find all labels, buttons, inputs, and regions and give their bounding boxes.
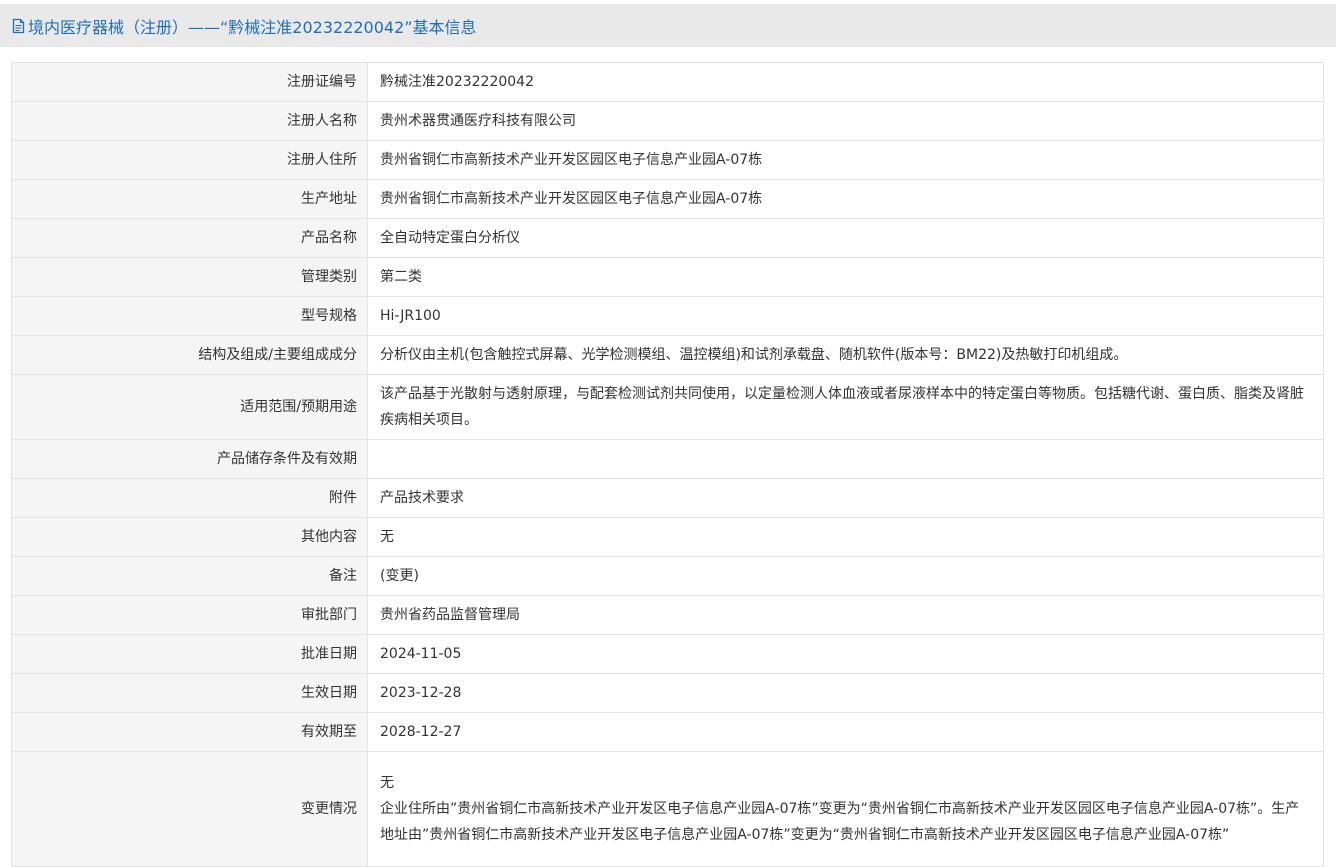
row-label: 注册证编号: [11, 62, 368, 102]
table-row: 产品名称 全自动特定蛋白分析仪: [11, 218, 1324, 258]
row-value: 无 企业住所由”贵州省铜仁市高新技术产业开发区电子信息产业园A-07栋”变更为“…: [367, 751, 1324, 867]
table-row: 注册人名称 贵州术器贯通医疗科技有限公司: [11, 101, 1324, 141]
page-title-bar: 境内医疗器械（注册）——“黔械注准20232220042”基本信息: [0, 4, 1336, 47]
table-row: 管理类别 第二类: [11, 257, 1324, 297]
table-row: 生效日期 2023-12-28: [11, 673, 1324, 713]
table-row: 备注 (变更): [11, 556, 1324, 596]
table-row: 注册人住所 贵州省铜仁市高新技术产业开发区园区电子信息产业园A-07栋: [11, 140, 1324, 180]
table-row: 其他内容 无: [11, 517, 1324, 557]
row-value: 2023-12-28: [367, 673, 1324, 713]
row-label: 变更情况: [11, 751, 368, 867]
table-row: 有效期至 2028-12-27: [11, 712, 1324, 752]
table-row: 变更情况 无 企业住所由”贵州省铜仁市高新技术产业开发区电子信息产业园A-07栋…: [11, 751, 1324, 867]
document-icon: [12, 18, 25, 34]
row-value: 产品技术要求: [367, 478, 1324, 518]
table-row: 产品储存条件及有效期: [11, 439, 1324, 479]
row-label: 备注: [11, 556, 368, 596]
change-none-text: 无: [380, 775, 394, 791]
row-value: 贵州省铜仁市高新技术产业开发区园区电子信息产业园A-07栋: [367, 179, 1324, 219]
table-row: 批准日期 2024-11-05: [11, 634, 1324, 674]
row-label: 型号规格: [11, 296, 368, 336]
row-value: (变更): [367, 556, 1324, 596]
registration-info-table: 注册证编号 黔械注准20232220042 注册人名称 贵州术器贯通医疗科技有限…: [11, 62, 1324, 867]
row-label: 注册人住所: [11, 140, 368, 180]
row-label: 管理类别: [11, 257, 368, 297]
row-label: 批准日期: [11, 634, 368, 674]
table-row: 型号规格 Hi-JR100: [11, 296, 1324, 336]
row-label: 注册人名称: [11, 101, 368, 141]
row-label: 产品储存条件及有效期: [11, 439, 368, 479]
row-label: 其他内容: [11, 517, 368, 557]
row-label: 生效日期: [11, 673, 368, 713]
row-value: Hi-JR100: [367, 296, 1324, 336]
page-title: 境内医疗器械（注册）——“黔械注准20232220042”基本信息: [28, 17, 477, 37]
table-row: 适用范围/预期用途 该产品基于光散射与透射原理，与配套检测试剂共同使用，以定量检…: [11, 374, 1324, 440]
row-value: [367, 439, 1324, 479]
row-value: 2028-12-27: [367, 712, 1324, 752]
table-row: 附件 产品技术要求: [11, 478, 1324, 518]
row-value: 第二类: [367, 257, 1324, 297]
row-label: 有效期至: [11, 712, 368, 752]
row-label: 适用范围/预期用途: [11, 374, 368, 440]
table-row: 生产地址 贵州省铜仁市高新技术产业开发区园区电子信息产业园A-07栋: [11, 179, 1324, 219]
row-value: 贵州术器贯通医疗科技有限公司: [367, 101, 1324, 141]
table-row: 结构及组成/主要组成成分 分析仪由主机(包含触控式屏幕、光学检测模组、温控模组)…: [11, 335, 1324, 375]
row-value: 全自动特定蛋白分析仪: [367, 218, 1324, 258]
row-label: 审批部门: [11, 595, 368, 635]
table-row: 注册证编号 黔械注准20232220042: [11, 62, 1324, 102]
row-label: 结构及组成/主要组成成分: [11, 335, 368, 375]
row-value: 分析仪由主机(包含触控式屏幕、光学检测模组、温控模组)和试剂承载盘、随机软件(版…: [367, 335, 1324, 375]
row-value: 贵州省药品监督管理局: [367, 595, 1324, 635]
row-label: 产品名称: [11, 218, 368, 258]
row-label: 生产地址: [11, 179, 368, 219]
row-value: 黔械注准20232220042: [367, 62, 1324, 102]
table-row: 审批部门 贵州省药品监督管理局: [11, 595, 1324, 635]
row-label: 附件: [11, 478, 368, 518]
row-value: 贵州省铜仁市高新技术产业开发区园区电子信息产业园A-07栋: [367, 140, 1324, 180]
row-value: 该产品基于光散射与透射原理，与配套检测试剂共同使用，以定量检测人体血液或者尿液样…: [367, 374, 1324, 440]
row-value: 2024-11-05: [367, 634, 1324, 674]
change-detail-text: 企业住所由”贵州省铜仁市高新技术产业开发区电子信息产业园A-07栋”变更为“贵州…: [380, 801, 1300, 843]
row-value: 无: [367, 517, 1324, 557]
